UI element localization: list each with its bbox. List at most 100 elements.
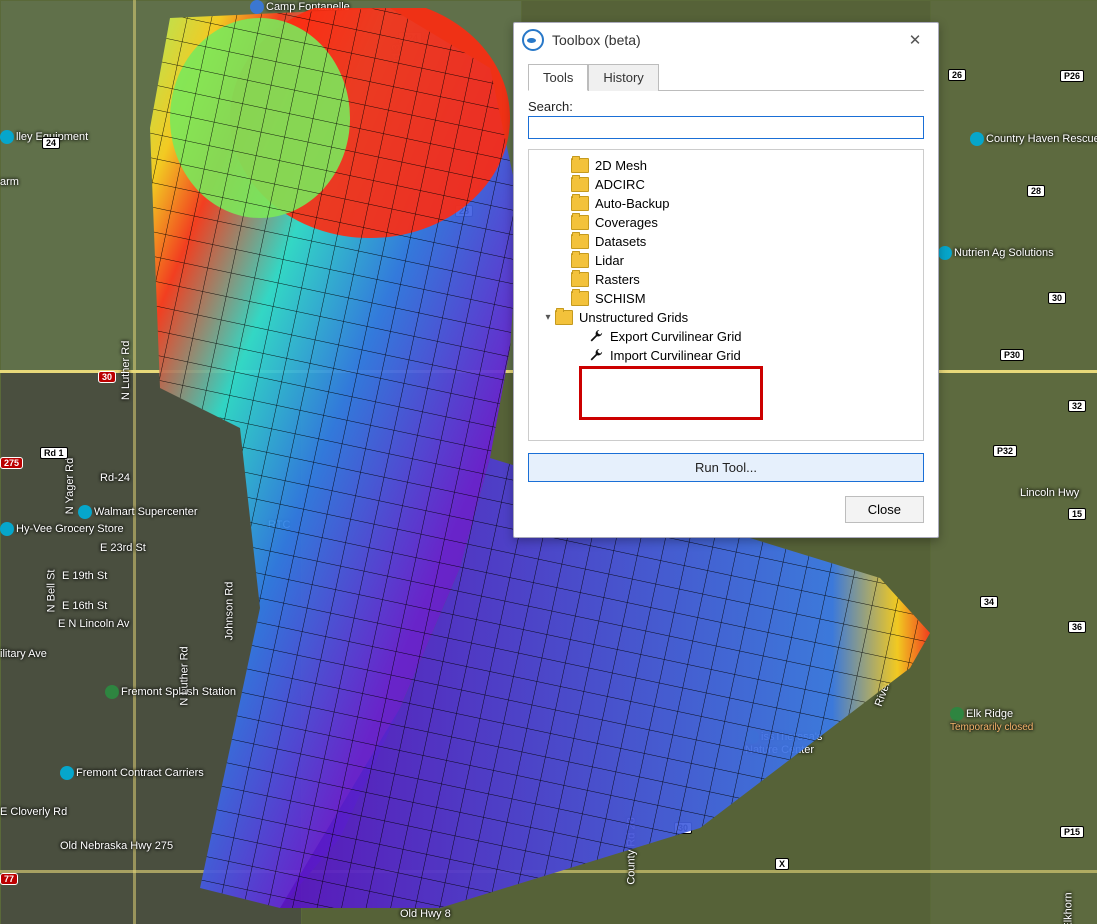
- rd-cloverly: E Cloverly Rd: [0, 806, 67, 818]
- hwy-30b: 30: [674, 822, 692, 834]
- search-label: Search:: [528, 99, 924, 114]
- rd-nluther2: N Luther Rd: [179, 646, 191, 705]
- hwy-26: 26: [948, 69, 966, 81]
- shop-icon: [78, 505, 92, 519]
- toolbox-dialog: Toolbox (beta) ✕ Tools History Search: ▸…: [513, 22, 939, 538]
- tab-tools[interactable]: Tools: [528, 64, 588, 91]
- park-icon: [105, 685, 119, 699]
- tree-folder[interactable]: ▸Lidar: [533, 251, 919, 270]
- shop-icon: [60, 766, 74, 780]
- tree-label: Unstructured Grids: [579, 310, 688, 325]
- folder-icon: [571, 196, 589, 211]
- tree-label: Rasters: [595, 272, 640, 287]
- run-tool-button[interactable]: Run Tool...: [528, 453, 924, 482]
- tree-folder[interactable]: ▸Rasters: [533, 270, 919, 289]
- tree-tool-import[interactable]: Import Curvilinear Grid: [533, 346, 919, 365]
- close-icon[interactable]: ✕: [902, 31, 928, 49]
- rd-nluther: N Luther Rd: [120, 341, 132, 400]
- tree-label: Auto-Backup: [595, 196, 669, 211]
- rd-24: Rd-24: [100, 472, 130, 484]
- poi-farm: arm: [0, 176, 19, 188]
- poi-elkridge: Elk RidgeTemporarily closed: [950, 707, 1033, 733]
- tool-tree[interactable]: ▸2D Mesh ▸ADCIRC ▸Auto-Backup ▸Coverages…: [528, 149, 924, 441]
- search-input[interactable]: [528, 116, 924, 139]
- rd-rtc: RTC: [268, 519, 290, 531]
- folder-icon: [571, 158, 589, 173]
- poi-nutrien: Nutrien Ag Solutions: [938, 246, 1054, 260]
- hwy-p26: P26: [1060, 70, 1084, 82]
- poi-country-haven: Country Haven Rescue: [970, 132, 1097, 146]
- tree-label: SCHISM: [595, 291, 646, 306]
- poi-carriers: Fremont Contract Carriers: [60, 766, 204, 780]
- poi-hyvee-label: Hy-Vee Grocery Store: [16, 523, 124, 535]
- hwy-275: 275: [0, 457, 23, 469]
- map-canvas[interactable]: Camp Fontanelle lley Equipment Country H…: [0, 0, 1097, 924]
- hwy-p30: P30: [1000, 349, 1024, 361]
- poi-walmart: Walmart Supercenter: [78, 505, 198, 519]
- rd-johnson: Johnson Rd: [223, 582, 235, 641]
- hwy-28b: 28: [455, 205, 473, 217]
- rd-county28: County Rd 28: [626, 817, 638, 884]
- hwy-34: 34: [980, 596, 998, 608]
- poi-camp: Camp Fontanelle: [250, 0, 350, 14]
- tree-folder[interactable]: ▸2D Mesh: [533, 156, 919, 175]
- poi-nutrien-label: Nutrien Ag Solutions: [954, 247, 1054, 259]
- tree-label: Coverages: [595, 215, 658, 230]
- tree-folder[interactable]: ▸SCHISM: [533, 289, 919, 308]
- app-icon: [522, 29, 544, 51]
- folder-icon: [571, 215, 589, 230]
- park-icon: [950, 707, 964, 721]
- road-v-1: [133, 0, 136, 924]
- tree-tool-label: Export Curvilinear Grid: [610, 329, 742, 344]
- rd-nbell: N Bell St: [45, 570, 57, 613]
- shop-icon: [0, 130, 14, 144]
- poi-carriers-label: Fremont Contract Carriers: [76, 767, 204, 779]
- rd-e23: E 23rd St: [100, 542, 146, 554]
- rd-lincoln-e: E N Lincoln Av: [58, 618, 129, 630]
- wrench-icon: [589, 348, 604, 363]
- rd-oldhwy8: Old Hwy 8: [400, 908, 451, 920]
- rd-nyager: N Yager Rd: [64, 458, 76, 514]
- folder-icon: [555, 310, 573, 325]
- shop-icon: [970, 132, 984, 146]
- hwy-15: 15: [1068, 508, 1086, 520]
- road-h-2: [0, 870, 1097, 873]
- rd-e16: E 16th St: [62, 600, 107, 612]
- folder-icon: [571, 177, 589, 192]
- tree-folder[interactable]: ▸ADCIRC: [533, 175, 919, 194]
- nw-fields: [0, 0, 522, 372]
- tree-folder-expanded[interactable]: ▾Unstructured Grids: [533, 308, 919, 327]
- poi-camp-label: Camp Fontanelle: [266, 1, 350, 13]
- poi-ch-label: Country Haven Rescue: [986, 133, 1097, 145]
- hwy-30: 30: [1048, 292, 1066, 304]
- wrench-icon: [589, 329, 604, 344]
- folder-icon: [571, 272, 589, 287]
- hwy-p15: P15: [1060, 826, 1084, 838]
- tree-folder[interactable]: ▸Datasets: [533, 232, 919, 251]
- poi-hyvee: Hy-Vee Grocery Store: [0, 522, 124, 536]
- hwy-32: 32: [1068, 400, 1086, 412]
- tab-history[interactable]: History: [588, 64, 658, 91]
- tree-folder[interactable]: ▸Auto-Backup: [533, 194, 919, 213]
- tree-folder[interactable]: ▸Coverages: [533, 213, 919, 232]
- tree-label: Datasets: [595, 234, 646, 249]
- hwy-rd1: Rd 1: [40, 447, 68, 459]
- tree-tool-label: Import Curvilinear Grid: [610, 348, 741, 363]
- dialog-tabs: Tools History: [528, 63, 924, 91]
- hwy-p24: P24: [398, 32, 422, 44]
- hwy-77: 77: [0, 873, 18, 885]
- poi-elk-label: Elk Ridge: [966, 708, 1013, 720]
- hwy-p32: P32: [993, 445, 1017, 457]
- rd-elkhorn: Elkhorn: [1063, 892, 1075, 924]
- hwy-30a: 30: [98, 371, 116, 383]
- rd-rd3: Rd 3: [391, 44, 403, 67]
- park-icon: [745, 730, 759, 744]
- close-button[interactable]: Close: [845, 496, 924, 523]
- hwy-36: 36: [1068, 621, 1086, 633]
- hwy-x: X: [775, 858, 789, 870]
- dialog-titlebar[interactable]: Toolbox (beta) ✕: [514, 23, 938, 57]
- tree-tool-export[interactable]: Export Curvilinear Grid: [533, 327, 919, 346]
- shop-icon: [938, 246, 952, 260]
- tree-label: Lidar: [595, 253, 624, 268]
- hwy-28: 28: [1027, 185, 1045, 197]
